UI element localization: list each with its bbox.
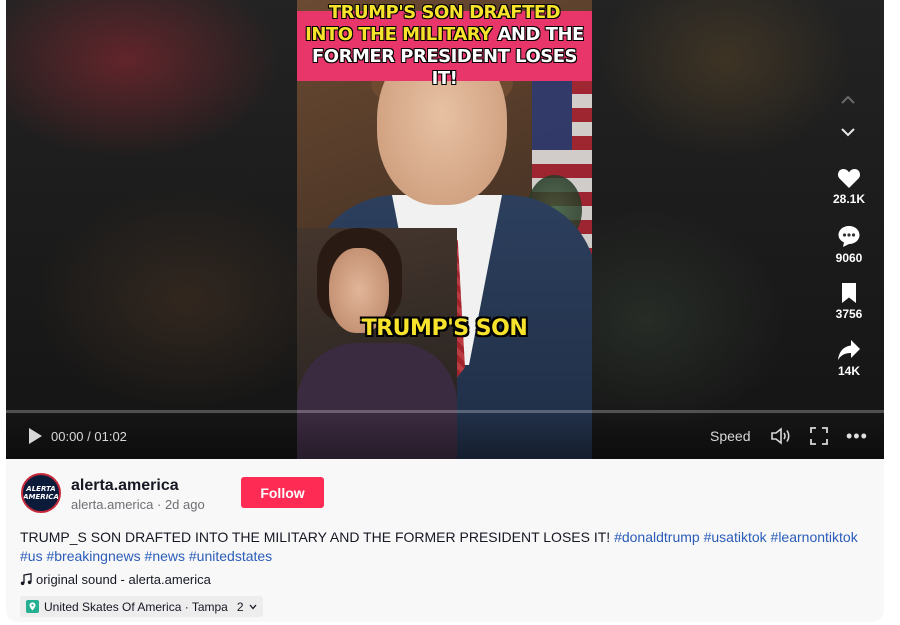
speed-button[interactable]: Speed xyxy=(710,428,750,444)
hashtag[interactable]: #breakingnews xyxy=(46,548,140,564)
comment-count: 9060 xyxy=(835,251,863,265)
bookmark-icon xyxy=(842,283,856,303)
comment-icon xyxy=(838,226,860,247)
like-button[interactable]: 28.1K xyxy=(826,167,872,206)
author-username[interactable]: alerta.america xyxy=(71,477,179,495)
bookmark-button[interactable]: 3756 xyxy=(826,282,872,321)
bookmark-count: 3756 xyxy=(835,307,863,321)
share-button[interactable]: 14K xyxy=(826,339,872,378)
video-title-overlay: TRUMP'S SON DRAFTED INTO THE MILITARY AN… xyxy=(297,2,592,89)
location-pin-icon xyxy=(26,600,39,613)
video-description: TRUMP_S SON DRAFTED INTO THE MILITARY AN… xyxy=(20,528,880,566)
next-video-button[interactable] xyxy=(833,117,863,147)
fullscreen-button[interactable] xyxy=(810,427,828,445)
author-meta: alerta.america · 2d ago xyxy=(71,497,205,512)
video-card: TRUMP'S SON DRAFTED INTO THE MILITARY AN… xyxy=(6,0,884,622)
hashtag[interactable]: #unitedstates xyxy=(189,548,272,564)
hashtag[interactable]: #news xyxy=(145,548,185,564)
sound-link[interactable]: original sound - alerta.america xyxy=(20,572,211,587)
author-handle[interactable]: alerta.america xyxy=(71,497,153,512)
fullscreen-icon xyxy=(810,427,828,445)
post-date: 2d ago xyxy=(164,497,205,512)
avatar-logo-text: ALERTA AMERICA xyxy=(23,485,59,501)
player-controls: 00:00 / 01:02 Speed ••• xyxy=(6,413,884,459)
more-icon[interactable]: ••• xyxy=(846,426,868,447)
hashtag[interactable]: #learnontiktok xyxy=(771,529,858,545)
side-actions: 28.1K 9060 3756 14K xyxy=(826,0,872,410)
previous-video-button[interactable] xyxy=(833,84,863,114)
video-info: ALERTA AMERICA alerta.america alerta.ame… xyxy=(6,459,884,622)
follow-button[interactable]: Follow xyxy=(241,477,324,508)
location-label: United Skates Of America · Tampa xyxy=(44,599,228,614)
hashtag[interactable]: #donaldtrump xyxy=(614,529,700,545)
music-note-icon xyxy=(20,573,32,586)
time-display: 00:00 / 01:02 xyxy=(51,429,127,444)
sound-label: original sound - alerta.america xyxy=(36,572,211,587)
like-count: 28.1K xyxy=(832,192,866,206)
video-player[interactable]: TRUMP'S SON DRAFTED INTO THE MILITARY AN… xyxy=(6,0,884,459)
play-icon xyxy=(29,428,42,444)
share-count: 14K xyxy=(837,364,860,378)
chevron-down-icon xyxy=(249,604,257,609)
share-icon xyxy=(838,340,860,360)
play-button[interactable] xyxy=(26,427,44,445)
location-count: 2 xyxy=(236,599,244,614)
volume-icon xyxy=(771,427,790,445)
description-text: TRUMP_S SON DRAFTED INTO THE MILITARY AN… xyxy=(20,529,611,545)
video-caption-overlay: TRUMP'S SON xyxy=(361,316,528,341)
comment-button[interactable]: 9060 xyxy=(826,224,872,265)
location-chip[interactable]: United Skates Of America · Tampa 2 xyxy=(20,596,263,617)
avatar[interactable]: ALERTA AMERICA xyxy=(21,473,61,513)
hashtag[interactable]: #us xyxy=(20,548,43,564)
heart-icon xyxy=(837,169,861,188)
chevron-up-icon xyxy=(841,95,855,104)
chevron-down-icon xyxy=(841,127,855,136)
hashtag[interactable]: #usatiktok xyxy=(704,529,767,545)
volume-button[interactable] xyxy=(770,426,792,446)
